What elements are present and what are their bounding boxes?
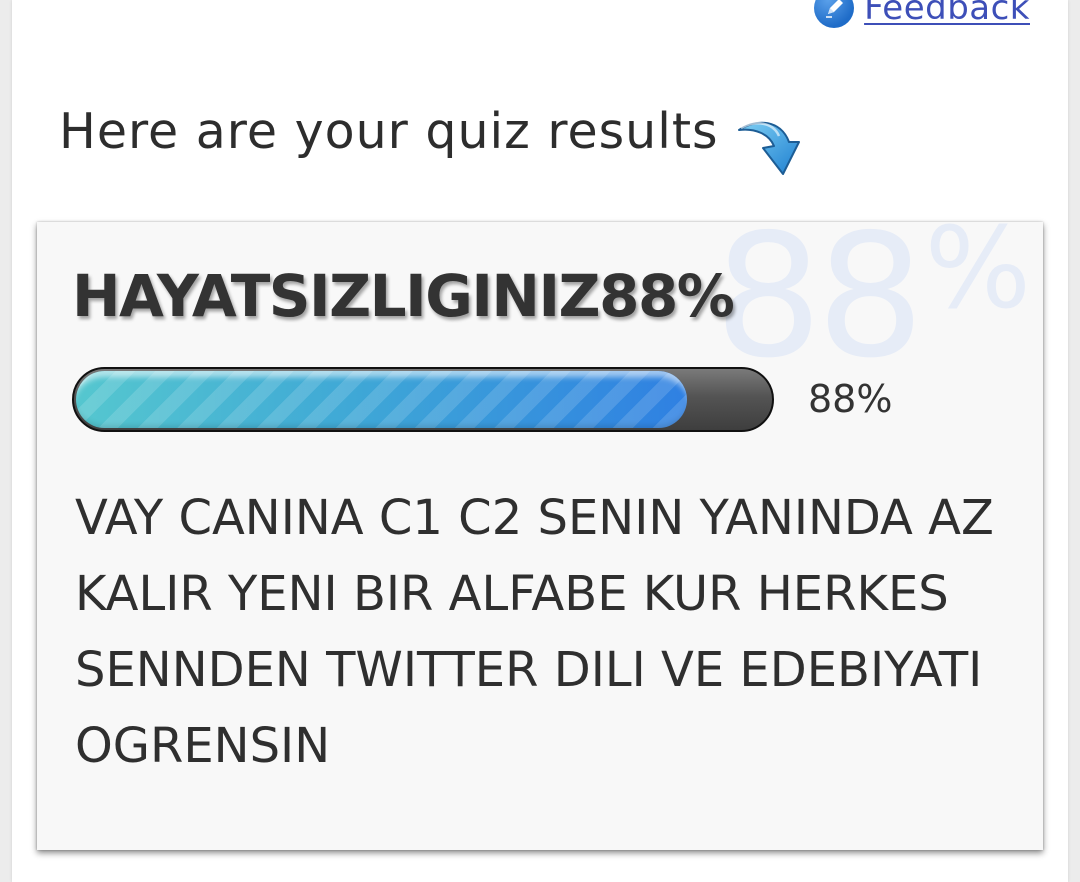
result-card: 88% HAYATSIZLIGINIZ88% 88% VAY CANINA C1… (37, 222, 1043, 850)
pencil-icon[interactable] (814, 0, 855, 28)
feedback-link-container[interactable]: Feedback (814, 0, 1030, 28)
watermark-percent: 88% (714, 222, 1031, 382)
feedback-link[interactable]: Feedback (864, 0, 1030, 28)
progress-fill (76, 371, 687, 428)
progress-bar (72, 367, 774, 432)
page-container: Feedback Here are your quiz results 88% … (12, 0, 1068, 882)
curved-arrow-down-icon (729, 110, 811, 191)
progress-label: 88% (808, 377, 893, 421)
result-description: VAY CANINA C1 C2 SENIN YANINDA AZ KALIR … (75, 490, 994, 774)
results-intro-text: Here are your quiz results (59, 103, 719, 160)
watermark-unit: % (924, 222, 1031, 334)
result-title: HAYATSIZLIGINIZ88% (72, 262, 735, 330)
results-intro: Here are your quiz results (59, 100, 811, 191)
